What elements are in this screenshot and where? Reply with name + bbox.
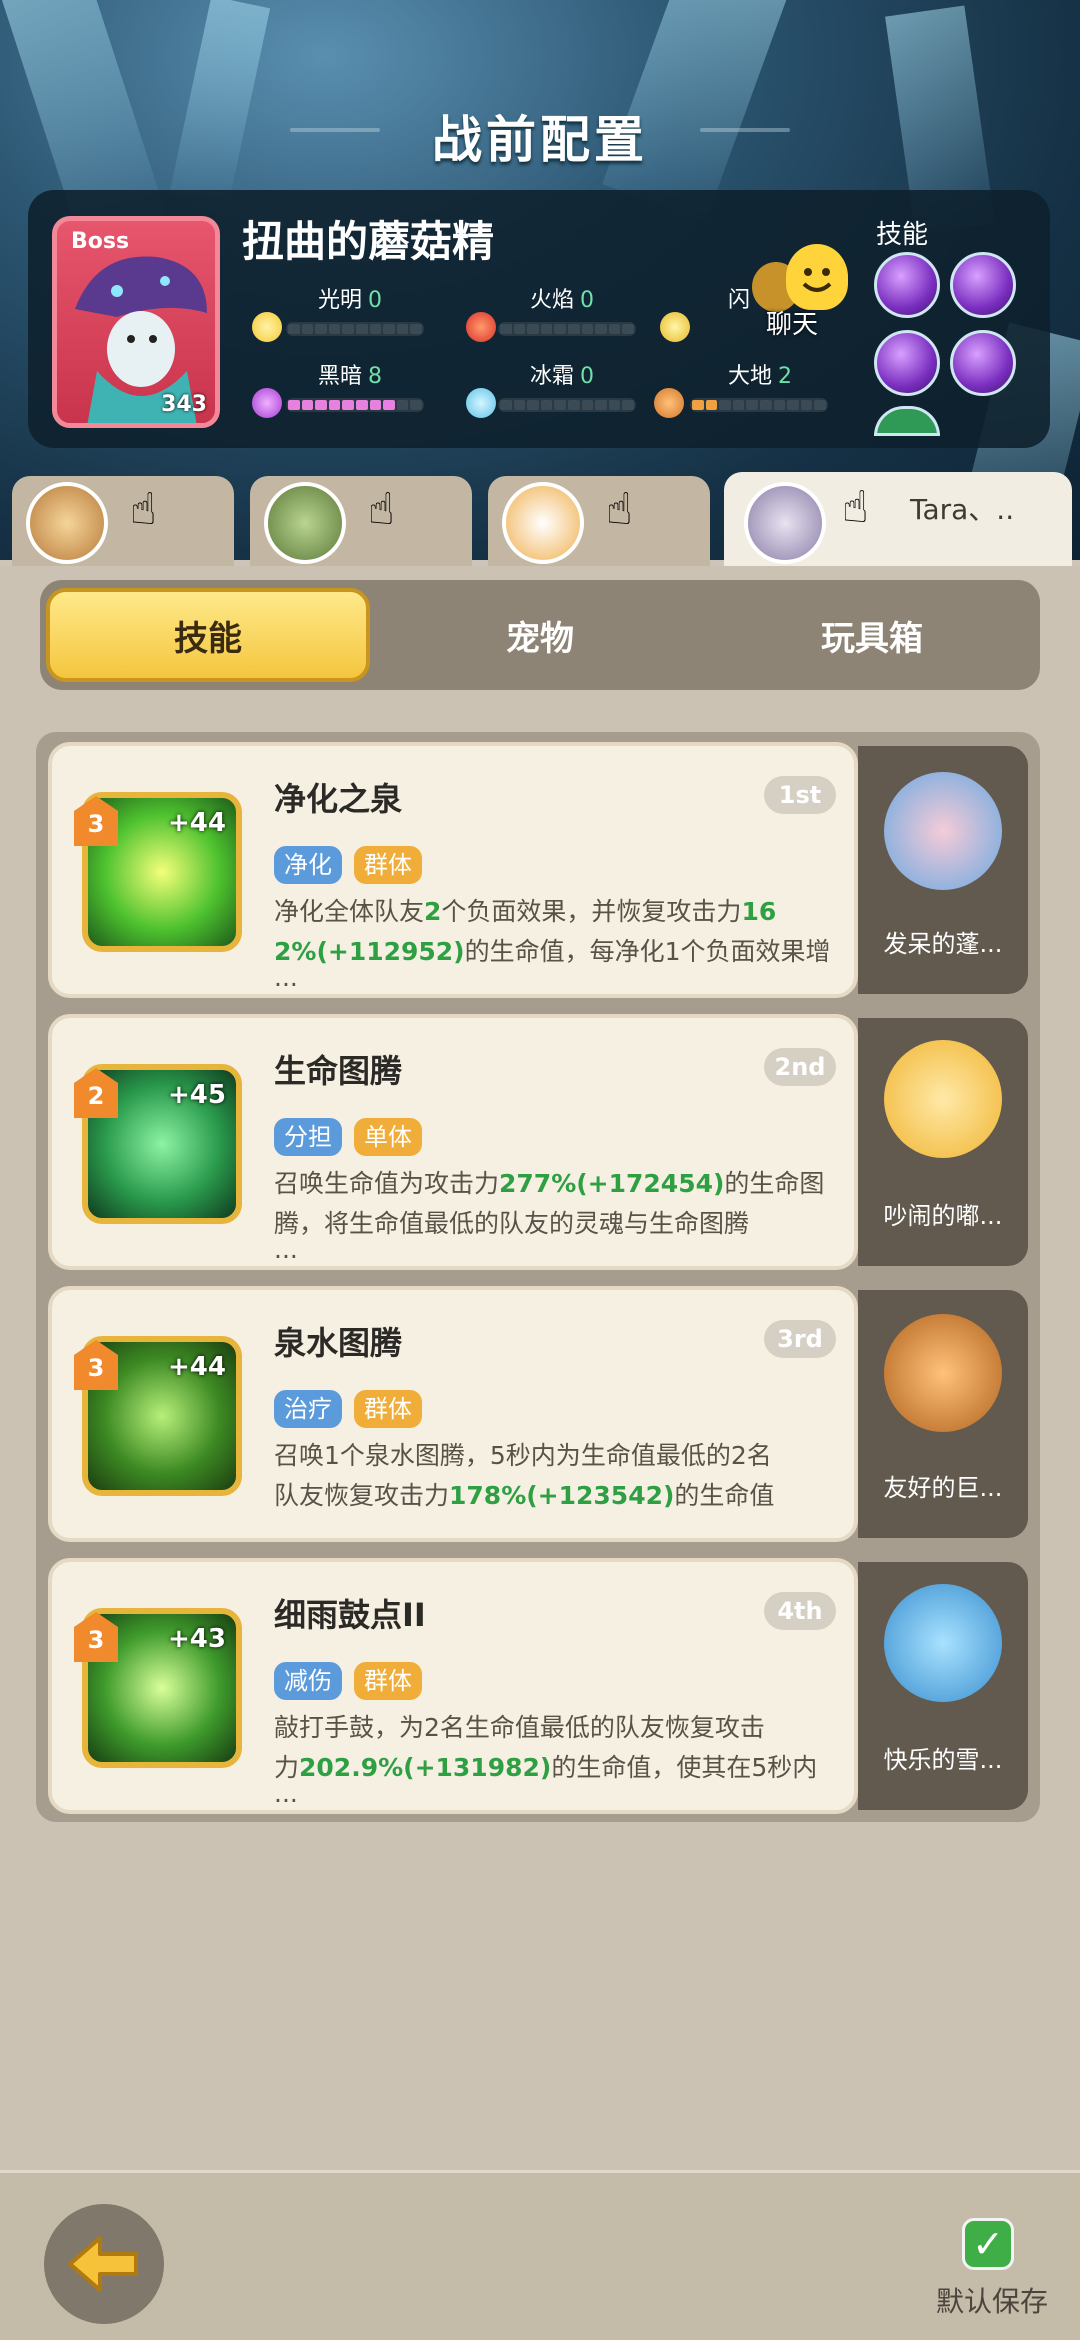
fire-element-icon — [466, 312, 496, 342]
skill-4-description: 敲打手鼓，为2名生命值最低的队友恢复攻击 力202.9%(+131982)的生命… — [274, 1713, 818, 1808]
skill-4-tag-2: 群体 — [354, 1662, 422, 1700]
skill-3-description: 召唤1个泉水图腾，5秒内为生命值最低的2名 队友恢复攻击力178%(+12354… — [274, 1441, 775, 1510]
element-fire: 火焰 0 — [530, 288, 595, 313]
skill-2-tag-1: 分担 — [274, 1118, 342, 1156]
dark-element-icon — [252, 388, 282, 418]
party-avatar-1 — [26, 482, 108, 564]
boss-skill-1-icon[interactable] — [874, 252, 940, 318]
element-frost-bar — [498, 398, 636, 412]
default-save-label[interactable]: 默认保存 — [936, 2280, 1048, 2320]
skill-4-title: 细雨鼓点II — [274, 1596, 426, 1634]
skill-2-plus: +45 — [168, 1080, 226, 1110]
party-slot-1[interactable]: ☝ — [12, 476, 234, 566]
tab-pets[interactable]: 宠物 — [380, 588, 700, 682]
party-slot-4-active[interactable]: ☝ — [724, 472, 1072, 568]
skill-3-title: 泉水图腾 — [274, 1324, 403, 1362]
tap-hand-icon: ☝ — [842, 482, 869, 533]
element-dark-bar — [286, 398, 424, 412]
default-save-checkbox[interactable]: ✓ — [962, 2218, 1014, 2270]
tap-hand-icon: ☝ — [606, 484, 633, 535]
light-element-icon — [252, 312, 282, 342]
element-earth-bar — [690, 398, 828, 412]
skill-1-tag-1: 净化 — [274, 846, 342, 884]
skill-3-tag-2: 群体 — [354, 1390, 422, 1428]
skill-2-tag-2: 单体 — [354, 1118, 422, 1156]
boss-name: 扭曲的蘑菇精 — [242, 217, 495, 266]
skill-3-rank: 3rd — [764, 1320, 836, 1358]
skill-1-rank: 1st — [764, 776, 836, 814]
boss-skill-2-icon[interactable] — [950, 252, 1016, 318]
pet-3-figure — [884, 1314, 1002, 1432]
skill-4-plus: +43 — [168, 1624, 226, 1654]
earth-element-icon — [654, 388, 684, 418]
pet-3-name: 友好的巨... — [883, 1474, 1003, 1502]
element-frost: 冰霜 0 — [530, 364, 595, 389]
pet-2-name: 吵闹的嘟... — [883, 1202, 1003, 1230]
party-slot-3[interactable]: ☝ — [488, 476, 710, 566]
chat-label[interactable]: 聊天 — [766, 304, 818, 341]
boss-skills-label: 技能 — [876, 220, 929, 250]
skill-1-tag-2: 群体 — [354, 846, 422, 884]
frost-element-icon — [466, 388, 496, 418]
element-fire-bar — [498, 322, 636, 336]
skill-1-plus: +44 — [168, 808, 226, 838]
tab-skills[interactable]: 技能 — [46, 588, 370, 682]
pet-4-figure — [884, 1584, 1002, 1702]
skill-4-tag-1: 减伤 — [274, 1662, 342, 1700]
boss-level: 343 — [161, 392, 207, 417]
pet-1-figure — [884, 772, 1002, 890]
skill-1-description: 净化全体队友2个负面效果，并恢复攻击力16 2%(+112952)的生命值，每净… — [274, 897, 831, 992]
element-lightning: 闪 — [728, 288, 751, 313]
skill-4-rank: 4th — [764, 1592, 836, 1630]
element-light-bar — [286, 322, 424, 336]
skill-2-title: 生命图腾 — [274, 1052, 403, 1090]
party-slot-2[interactable]: ☝ — [250, 476, 472, 566]
skill-2-description: 召唤生命值为攻击力277%(+172454)的生命图 腾，将生命值最低的队友的灵… — [274, 1169, 825, 1264]
tap-hand-icon: ☝ — [130, 484, 157, 535]
party-avatar-4 — [744, 482, 826, 564]
party-slot-4-name: Tara、.. — [910, 493, 1015, 526]
skill-2-rank: 2nd — [764, 1048, 836, 1086]
page-title: 战前配置 — [432, 111, 648, 169]
pet-4-name: 快乐的雪... — [883, 1746, 1003, 1774]
tab-toybox[interactable]: 玩具箱 — [710, 588, 1034, 682]
skill-3-tag-1: 治疗 — [274, 1390, 342, 1428]
lightning-element-icon — [660, 312, 690, 342]
skill-3-plus: +44 — [168, 1352, 226, 1382]
chat-bubble-icon[interactable] — [786, 244, 848, 310]
element-dark: 黑暗 8 — [318, 364, 383, 389]
boss-skill-3-icon[interactable] — [874, 330, 940, 396]
skill-1-title: 净化之泉 — [274, 780, 403, 818]
boss-skill-4-icon[interactable] — [950, 330, 1016, 396]
back-button[interactable] — [44, 2204, 164, 2324]
party-avatar-3 — [502, 482, 584, 564]
element-light: 光明 0 — [318, 288, 383, 313]
back-arrow-icon — [68, 2236, 138, 2292]
tap-hand-icon: ☝ — [368, 484, 395, 535]
element-earth: 大地 2 — [728, 364, 793, 389]
boss-portrait-card[interactable]: Boss 343 — [52, 216, 220, 428]
party-avatar-2 — [264, 482, 346, 564]
pet-2-figure — [884, 1040, 1002, 1158]
pet-1-name: 发呆的蓬... — [883, 930, 1003, 958]
